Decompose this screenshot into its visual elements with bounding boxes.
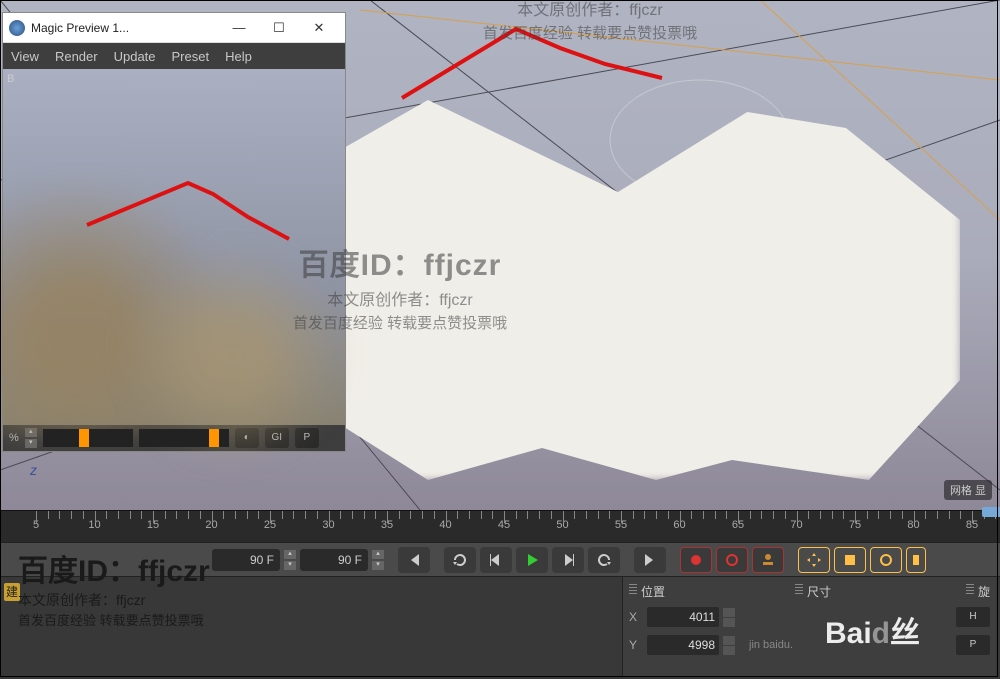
rotate-tool-button[interactable] — [870, 547, 902, 573]
extra-tool-button[interactable] — [906, 547, 926, 573]
autokey-button[interactable] — [716, 547, 748, 573]
grid-badge: 网格 显 — [944, 480, 992, 500]
attribute-area: 建 位置 尺寸 旋 X 4011 H Y 4998 jin baidu. P — [0, 576, 1000, 679]
loop-forward-button[interactable] — [588, 547, 620, 573]
menu-help[interactable]: Help — [225, 49, 252, 64]
preview-title: Magic Preview 1... — [31, 21, 129, 35]
position-header: 位置 — [641, 585, 665, 599]
close-button[interactable]: ✕ — [299, 14, 339, 42]
menu-preset[interactable]: Preset — [172, 49, 210, 64]
preview-titlebar[interactable]: Magic Preview 1... — ☐ ✕ — [3, 13, 345, 43]
x-hint[interactable]: H — [956, 607, 990, 627]
size-header: 尺寸 — [807, 585, 831, 599]
current-frame-stepper[interactable]: ▴▾ — [284, 550, 296, 570]
play-button[interactable] — [516, 547, 548, 573]
coordinates-panel: 位置 尺寸 旋 X 4011 H Y 4998 jin baidu. P — [622, 577, 996, 677]
menu-render[interactable]: Render — [55, 49, 98, 64]
y-hint[interactable]: P — [956, 635, 990, 655]
y-label: Y — [629, 638, 643, 652]
end-frame-stepper[interactable]: ▴▾ — [372, 550, 384, 570]
preview-status: B — [7, 73, 14, 85]
rotation-header: 旋 — [978, 585, 990, 599]
scale-tool-button[interactable] — [834, 547, 866, 573]
next-frame-button[interactable] — [552, 547, 584, 573]
yellow-tab[interactable]: 建 — [4, 583, 20, 601]
x-label: X — [629, 610, 643, 624]
loop-button[interactable] — [444, 547, 476, 573]
preview-render-canvas[interactable]: B — [3, 69, 345, 425]
maximize-button[interactable]: ☐ — [259, 14, 299, 42]
prev-frame-button[interactable] — [480, 547, 512, 573]
magic-preview-window: Magic Preview 1... — ☐ ✕ View Render Upd… — [2, 12, 346, 452]
y-stepper[interactable] — [723, 636, 735, 655]
goto-start-button[interactable] — [398, 547, 430, 573]
slider-b[interactable] — [139, 429, 229, 447]
x-stepper[interactable] — [723, 608, 735, 627]
transport-bar: 90 F ▴▾ 90 F ▴▾ — [0, 542, 1000, 576]
axis-z-label: z — [30, 462, 37, 478]
grip-icon-2 — [795, 584, 803, 596]
preview-app-icon — [9, 20, 25, 36]
y-value-field[interactable]: 4998 — [647, 635, 719, 655]
menu-update[interactable]: Update — [114, 49, 156, 64]
current-frame-field[interactable]: 90 F — [212, 549, 280, 571]
record-button[interactable] — [680, 547, 712, 573]
timeline-ruler[interactable]: 510152025303540455055606570758085 — [0, 510, 1000, 542]
red-spline-preview — [3, 69, 347, 425]
minimize-button[interactable]: — — [219, 14, 259, 42]
end-frame-field[interactable]: 90 F — [300, 549, 368, 571]
playhead[interactable] — [982, 507, 1000, 517]
menu-view[interactable]: View — [11, 49, 39, 64]
grip-icon-3 — [966, 584, 974, 596]
x-value-field[interactable]: 4011 — [647, 607, 719, 627]
footer-text: jin baidu. — [749, 639, 793, 651]
keyframe-options-button[interactable] — [752, 547, 784, 573]
goto-end-button[interactable] — [634, 547, 666, 573]
slider-a[interactable] — [43, 429, 133, 447]
move-tool-button[interactable] — [798, 547, 830, 573]
preview-menubar: View Render Update Preset Help — [3, 43, 345, 69]
grip-icon — [629, 584, 637, 596]
